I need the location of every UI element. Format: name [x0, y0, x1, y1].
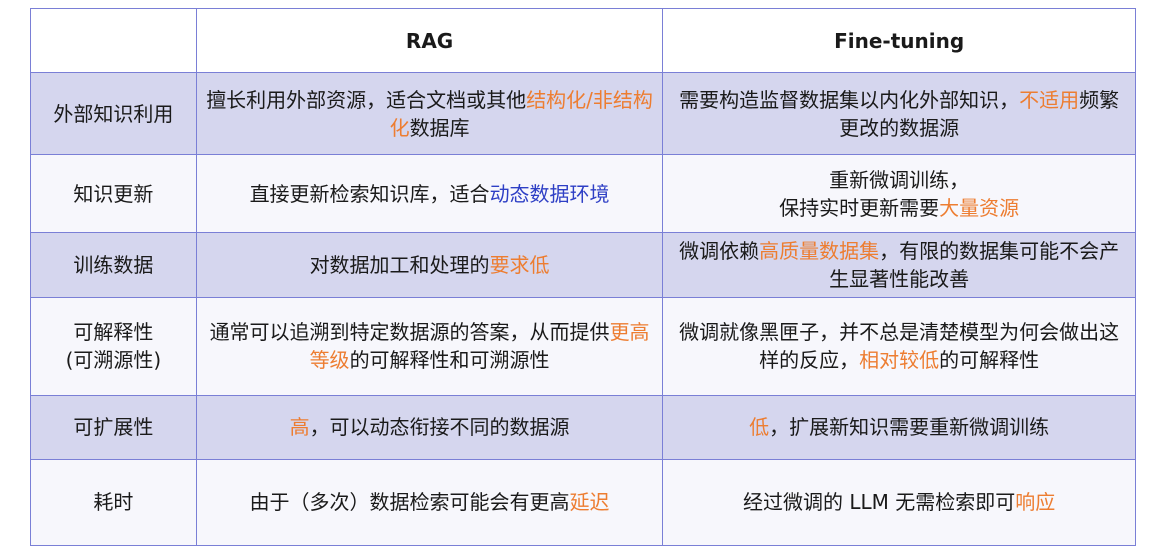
- row-label-training-data: 训练数据: [30, 232, 197, 298]
- row-label-scalability: 可扩展性: [30, 394, 197, 460]
- highlight-text: 动态数据环境: [489, 181, 610, 206]
- row-label-subtext: (可溯源性): [65, 348, 162, 373]
- cell-text: 保持实时更新需要: [779, 195, 940, 220]
- rag-cell-knowledge-update: 直接更新检索知识库，适合动态数据环境: [195, 154, 664, 234]
- table-header-row: RAG Fine-tuning: [30, 7, 1136, 74]
- cell-text: 由于（多次）数据检索可能会有更高: [249, 490, 570, 515]
- highlight-text: 要求低: [489, 252, 550, 277]
- row-label-latency: 耗时: [30, 458, 197, 547]
- cell-text: ，可以动态衔接不同的数据源: [309, 415, 570, 440]
- cell-text: 的可解释性: [939, 348, 1040, 373]
- highlight-text: 大量资源: [939, 195, 1020, 220]
- ft-cell-scalability: 低，扩展新知识需要重新微调训练: [662, 394, 1136, 460]
- cell-text-line1: 重新微调训练，: [829, 167, 970, 192]
- highlight-text: 相对较低: [859, 348, 940, 373]
- cell-text: 微调依赖: [679, 238, 760, 263]
- rag-cell-latency: 由于（多次）数据检索可能会有更高延迟: [195, 458, 664, 547]
- ft-cell-knowledge-update: 重新微调训练， 保持实时更新需要大量资源: [662, 154, 1136, 234]
- cell-text: 数据库: [409, 115, 470, 140]
- ft-cell-latency: 经过微调的 LLM 无需检索即可响应: [662, 458, 1136, 547]
- ft-cell-interpretability: 微调就像黑匣子，并不总是清楚模型为何会做出这样的反应，相对较低的可解释性: [662, 296, 1136, 396]
- row-label-interpretability: 可解释性 (可溯源性): [30, 296, 197, 396]
- table-row: 耗时 由于（多次）数据检索可能会有更高延迟 经过微调的 LLM 无需检索即可响应: [30, 458, 1136, 547]
- rag-cell-training-data: 对数据加工和处理的要求低: [195, 232, 664, 298]
- cell-text: 经过微调的 LLM 无需检索即可: [743, 490, 1016, 515]
- cell-text: 擅长利用外部资源，适合文档或其他: [206, 87, 527, 112]
- table-row: 知识更新 直接更新检索知识库，适合动态数据环境 重新微调训练， 保持实时更新需要…: [30, 154, 1136, 234]
- rag-cell-interpretability: 通常可以追溯到特定数据源的答案，从而提供更高等级的可解释性和可溯源性: [195, 296, 664, 396]
- header-fine-tuning: Fine-tuning: [662, 7, 1136, 74]
- cell-text: 对数据加工和处理的: [309, 252, 490, 277]
- highlight-text: 高: [289, 415, 310, 440]
- comparison-table-container: RAG Fine-tuning 外部知识利用 擅长利用外部资源，适合文档或其他结…: [30, 7, 1136, 547]
- highlight-text: 不适用: [1019, 87, 1080, 112]
- rag-vs-finetuning-table: RAG Fine-tuning 外部知识利用 擅长利用外部资源，适合文档或其他结…: [30, 7, 1136, 547]
- highlight-text: 低: [749, 415, 770, 440]
- header-rag: RAG: [195, 7, 664, 74]
- cell-text: 的可解释性和可溯源性: [349, 348, 550, 373]
- rag-cell-external-knowledge: 擅长利用外部资源，适合文档或其他结构化/非结构化数据库: [195, 72, 664, 156]
- highlight-text: 延迟: [569, 490, 610, 515]
- row-label-external-knowledge: 外部知识利用: [30, 72, 197, 156]
- header-empty-cell: [30, 7, 197, 74]
- ft-cell-training-data: 微调依赖高质量数据集，有限的数据集可能不会产生显著性能改善: [662, 232, 1136, 298]
- table-row: 可解释性 (可溯源性) 通常可以追溯到特定数据源的答案，从而提供更高等级的可解释…: [30, 296, 1136, 396]
- table-row: 训练数据 对数据加工和处理的要求低 微调依赖高质量数据集，有限的数据集可能不会产…: [30, 232, 1136, 298]
- row-label-text: 可解释性: [73, 320, 154, 345]
- rag-cell-scalability: 高，可以动态衔接不同的数据源: [195, 394, 664, 460]
- table-row: 外部知识利用 擅长利用外部资源，适合文档或其他结构化/非结构化数据库 需要构造监…: [30, 72, 1136, 156]
- cell-text: ，扩展新知识需要重新微调训练: [769, 415, 1050, 440]
- highlight-text: 高质量数据集: [759, 238, 880, 263]
- cell-text: 需要构造监督数据集以内化外部知识，: [679, 87, 1020, 112]
- table-row: 可扩展性 高，可以动态衔接不同的数据源 低，扩展新知识需要重新微调训练: [30, 394, 1136, 460]
- highlight-text: 响应: [1015, 490, 1056, 515]
- ft-cell-external-knowledge: 需要构造监督数据集以内化外部知识，不适用频繁更改的数据源: [662, 72, 1136, 156]
- cell-text: 直接更新检索知识库，适合: [249, 181, 490, 206]
- row-label-knowledge-update: 知识更新: [30, 154, 197, 234]
- cell-text: 通常可以追溯到特定数据源的答案，从而提供: [209, 320, 610, 345]
